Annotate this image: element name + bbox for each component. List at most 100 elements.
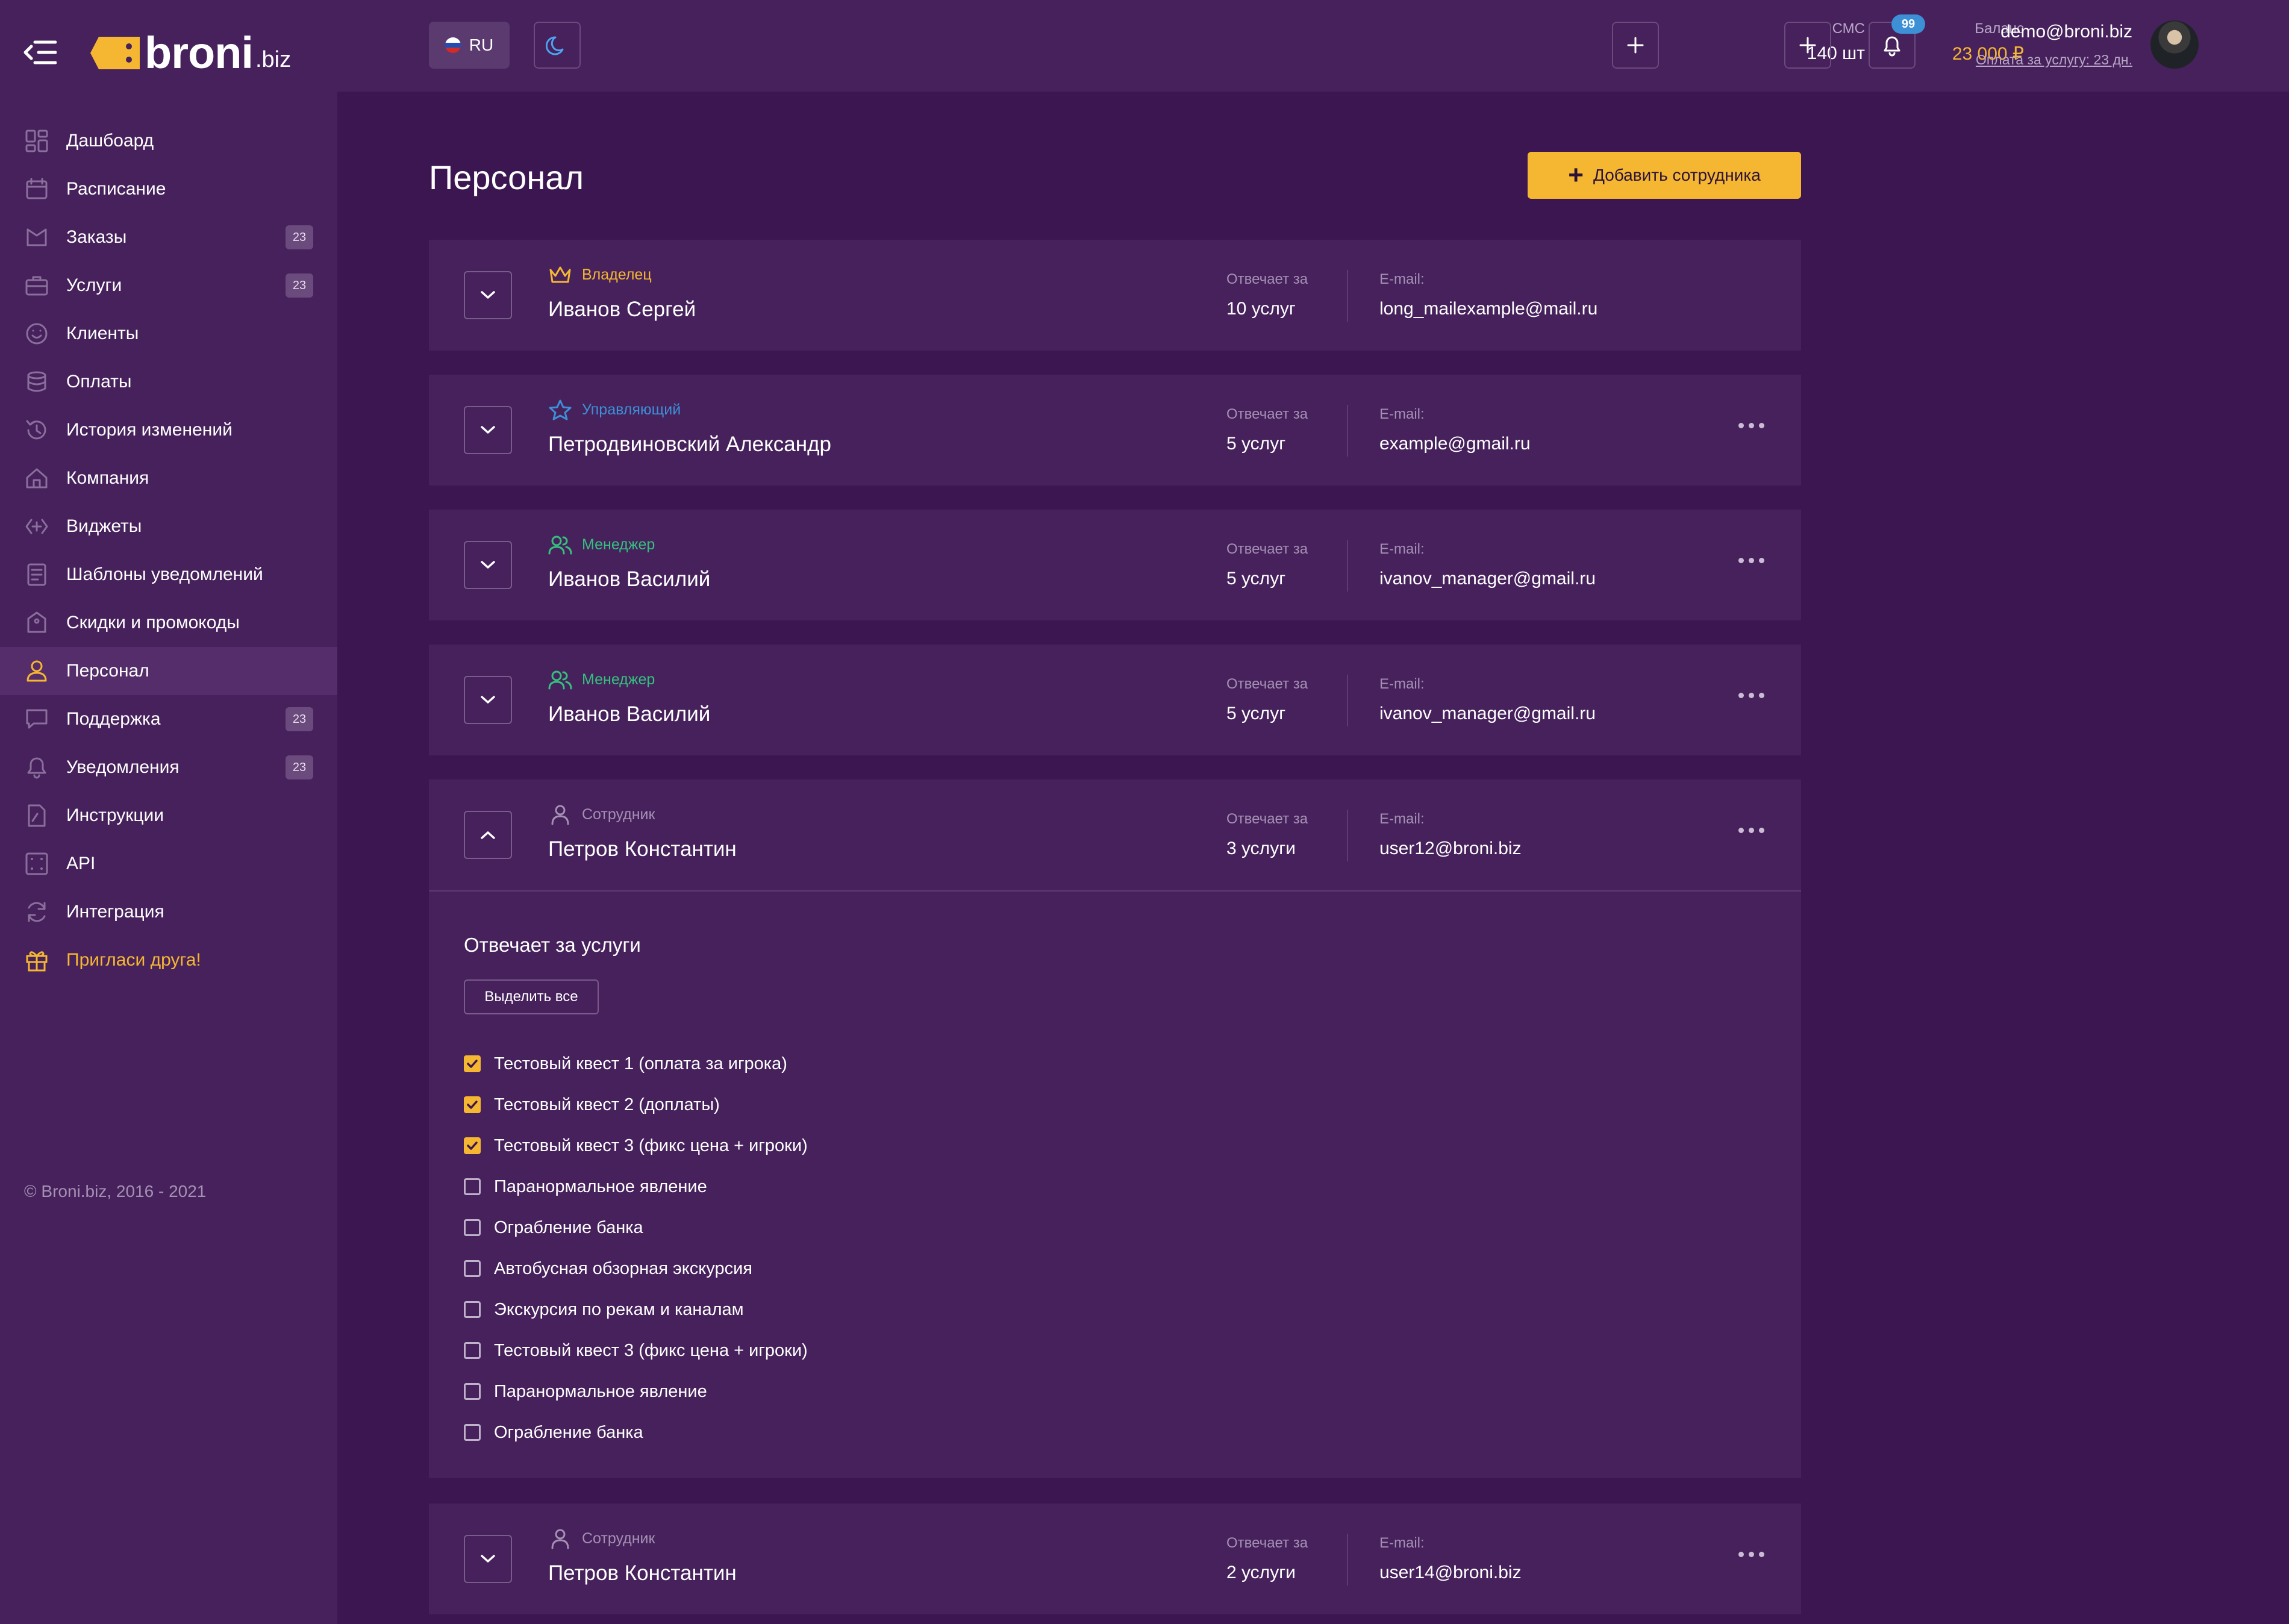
person-icon: [551, 1529, 569, 1549]
sidebar-item-sync[interactable]: Интеграция: [0, 888, 337, 936]
service-label: Тестовый квест 3 (фикс цена + игроки): [494, 1340, 808, 1360]
more-menu-icon[interactable]: [1738, 423, 1764, 428]
responsible-label: Отвечает за: [1226, 271, 1308, 287]
avatar[interactable]: [2150, 20, 2199, 69]
collapse-menu-icon[interactable]: [23, 39, 57, 66]
staff-card-header[interactable]: Владелец Иванов Сергей Отвечает за 10 ус…: [429, 240, 1801, 351]
sidebar-item-widget[interactable]: Виджеты: [0, 502, 337, 551]
services-list: Тестовый квест 1 (оплата за игрока) Тест…: [464, 1043, 808, 1453]
chevron-down-icon: [481, 1555, 495, 1563]
expand-toggle-button[interactable]: [464, 541, 512, 589]
sidebar-item-orders[interactable]: Заказы 23: [0, 213, 337, 261]
sidebar-item-gift[interactable]: Пригласи друга!: [0, 936, 337, 984]
checkbox-unchecked[interactable]: [464, 1342, 481, 1359]
sidebar-item-template[interactable]: Шаблоны уведомлений: [0, 551, 337, 599]
expand-toggle-button[interactable]: [464, 406, 512, 454]
language-label: RU: [469, 36, 494, 54]
sidebar-item-user[interactable]: Персонал: [0, 647, 337, 695]
service-checkbox-row[interactable]: Тестовый квест 3 (фикс цена + игроки): [464, 1330, 808, 1371]
chevron-up-icon: [481, 831, 495, 839]
language-selector[interactable]: RU: [429, 22, 510, 69]
service-checkbox-row[interactable]: Ограбление банка: [464, 1207, 808, 1248]
service-checkbox-row[interactable]: Тестовый квест 3 (фикс цена + игроки): [464, 1125, 808, 1166]
service-label: Тестовый квест 2 (доплаты): [494, 1095, 720, 1114]
smile-icon: [26, 323, 48, 345]
sidebar-item-chat[interactable]: Поддержка 23: [0, 695, 337, 743]
service-checkbox-row[interactable]: Автобусная обзорная экскурсия: [464, 1248, 808, 1289]
staff-card-header[interactable]: Сотрудник Петров Константин Отвечает за …: [429, 1504, 1801, 1614]
ticket-logo-icon: [90, 37, 140, 69]
staff-card-header[interactable]: Управляющий Петродвиновский Александр От…: [429, 375, 1801, 486]
staff-card-header[interactable]: Менеджер Иванов Василий Отвечает за 5 ус…: [429, 645, 1801, 755]
service-checkbox-row[interactable]: Экскурсия по рекам и каналам: [464, 1289, 808, 1330]
checkbox-unchecked[interactable]: [464, 1301, 481, 1318]
orders-icon: [27, 228, 47, 246]
checkbox-unchecked[interactable]: [464, 1383, 481, 1400]
sidebar-item-smile[interactable]: Клиенты: [0, 310, 337, 358]
staff-role-label: Менеджер: [582, 670, 655, 688]
checkbox-checked[interactable]: [464, 1096, 481, 1113]
coins-icon: [27, 371, 46, 392]
sidebar: broni .biz Дашбоард Расписание Заказы 23…: [0, 0, 337, 1624]
sidebar-item-bell[interactable]: Уведомления 23: [0, 743, 337, 792]
api-icon: [25, 852, 48, 875]
checkbox-checked[interactable]: [464, 1055, 481, 1072]
responsible-count: 5 услуг: [1226, 569, 1286, 589]
sidebar-item-label: Уведомления: [66, 757, 180, 777]
more-menu-icon[interactable]: [1738, 558, 1764, 563]
sidebar-item-badge: 23: [286, 225, 313, 249]
service-checkbox-row[interactable]: Паранормальное явление: [464, 1371, 808, 1412]
subscription-link[interactable]: Оплата за услугу: 23 дн.: [1976, 52, 2132, 68]
sync-icon: [28, 902, 46, 922]
staff-card-header[interactable]: Менеджер Иванов Василий Отвечает за 5 ус…: [429, 510, 1801, 620]
checkbox-checked[interactable]: [464, 1137, 481, 1154]
expand-toggle-button[interactable]: [464, 811, 512, 859]
staff-card-header[interactable]: Сотрудник Петров Константин Отвечает за …: [429, 779, 1801, 890]
logo[interactable]: broni .biz: [90, 29, 291, 77]
service-checkbox-row[interactable]: Ограбление банка: [464, 1412, 808, 1453]
service-checkbox-row[interactable]: Паранормальное явление: [464, 1166, 808, 1207]
add-sms-button[interactable]: [1612, 22, 1659, 69]
theme-toggle-button[interactable]: [534, 22, 581, 69]
sidebar-item-label: Персонал: [66, 661, 149, 681]
responsible-label: Отвечает за: [1226, 406, 1308, 422]
sidebar-item-api[interactable]: API: [0, 840, 337, 888]
add-balance-button[interactable]: [1784, 22, 1831, 69]
service-label: Экскурсия по рекам и каналам: [494, 1299, 744, 1319]
user-email[interactable]: demo@broni.biz: [2000, 22, 2132, 42]
more-menu-icon[interactable]: [1738, 828, 1764, 833]
sidebar-item-document[interactable]: Инструкции: [0, 792, 337, 840]
widget-icon: [25, 519, 48, 534]
checkbox-unchecked[interactable]: [464, 1260, 481, 1277]
more-menu-icon[interactable]: [1738, 693, 1764, 698]
sidebar-item-calendar[interactable]: Расписание: [0, 165, 337, 213]
sidebar-item-home[interactable]: Компания: [0, 454, 337, 502]
expand-toggle-button[interactable]: [464, 676, 512, 724]
divider: [1347, 675, 1348, 726]
add-employee-button[interactable]: + Добавить сотрудника: [1528, 152, 1801, 199]
responsible-count: 2 услуги: [1226, 1563, 1296, 1582]
service-label: Паранормальное явление: [494, 1381, 707, 1401]
sidebar-item-label: Скидки и промокоды: [66, 613, 240, 632]
service-checkbox-row[interactable]: Тестовый квест 2 (доплаты): [464, 1084, 808, 1125]
responsible-label: Отвечает за: [1226, 541, 1308, 557]
email-label: E-mail:: [1379, 406, 1425, 422]
expand-toggle-button[interactable]: [464, 271, 512, 319]
staff-card: Владелец Иванов Сергей Отвечает за 10 ус…: [429, 240, 1801, 351]
select-all-button[interactable]: Выделить все: [464, 979, 599, 1014]
checkbox-unchecked[interactable]: [464, 1178, 481, 1195]
sidebar-item-tag[interactable]: Скидки и промокоды: [0, 599, 337, 647]
chevron-down-icon: [481, 561, 495, 569]
sidebar-item-history[interactable]: История изменений: [0, 406, 337, 454]
sidebar-nav: Дашбоард Расписание Заказы 23 Услуги 23 …: [0, 117, 337, 984]
sidebar-item-briefcase[interactable]: Услуги 23: [0, 261, 337, 310]
expand-toggle-button[interactable]: [464, 1535, 512, 1583]
sidebar-item-dashboard[interactable]: Дашбоард: [0, 117, 337, 165]
more-menu-icon[interactable]: [1738, 1552, 1764, 1557]
sidebar-item-coins[interactable]: Оплаты: [0, 358, 337, 406]
template-icon: [27, 563, 46, 586]
checkbox-unchecked[interactable]: [464, 1424, 481, 1441]
staff-role: Сотрудник: [548, 1528, 655, 1549]
service-checkbox-row[interactable]: Тестовый квест 1 (оплата за игрока): [464, 1043, 808, 1084]
checkbox-unchecked[interactable]: [464, 1219, 481, 1236]
